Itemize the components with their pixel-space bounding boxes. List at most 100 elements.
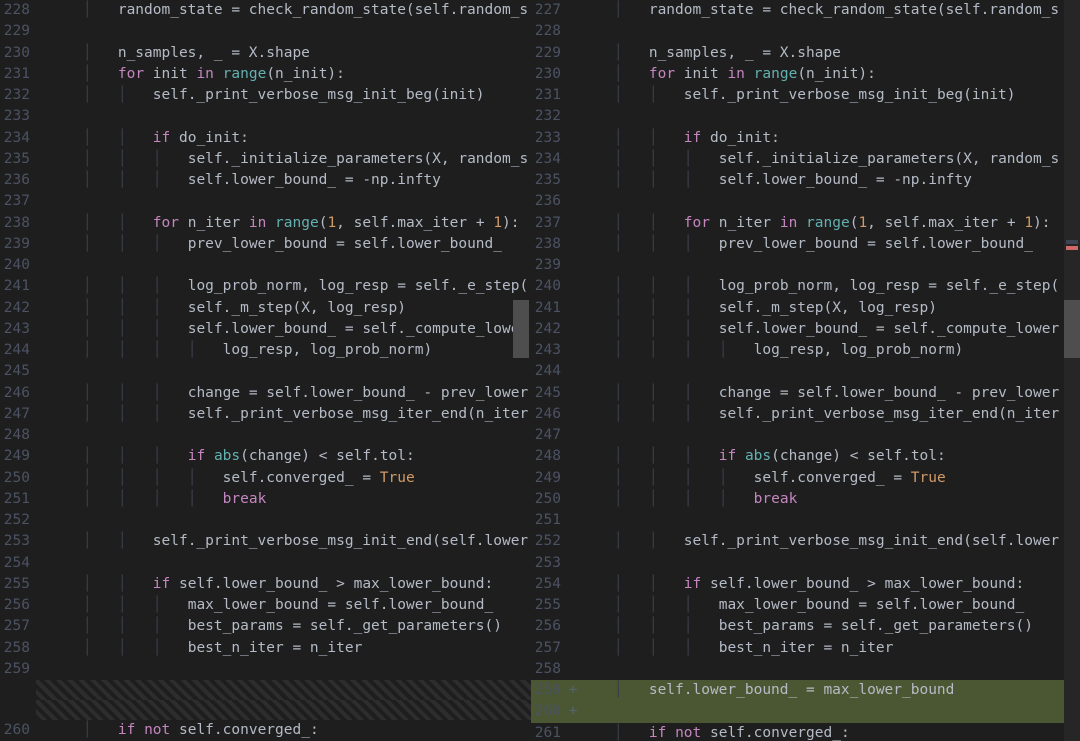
line-number: 253 (0, 531, 36, 552)
code-line[interactable]: 259 (0, 659, 531, 680)
code-line[interactable]: 233 (0, 106, 531, 127)
code-line[interactable]: 256 │ │ │ best_params = self._get_parame… (531, 616, 1080, 637)
code-line[interactable]: 228 │ random_state = check_random_state(… (0, 0, 531, 21)
code-text: │ │ │ best_n_iter = n_iter (48, 638, 362, 659)
diff-sign (36, 128, 48, 149)
code-line[interactable]: 250 │ │ │ │ break (531, 489, 1080, 510)
code-line[interactable]: 237 (0, 191, 531, 212)
diff-filler-line[interactable] (0, 680, 531, 700)
code-line[interactable]: 245 │ │ │ change = self.lower_bound_ - p… (531, 383, 1080, 404)
code-line[interactable]: 249 │ │ │ if abs(change) < self.tol: (0, 446, 531, 467)
code-line[interactable]: 241 │ │ │ self._m_step(X, log_resp) (531, 298, 1080, 319)
code-line[interactable]: 246 │ │ │ self._print_verbose_msg_iter_e… (531, 404, 1080, 425)
code-line[interactable]: 240 │ │ │ log_prob_norm, log_resp = self… (531, 276, 1080, 297)
code-line[interactable]: 246 │ │ │ change = self.lower_bound_ - p… (0, 383, 531, 404)
line-number: 235 (531, 170, 567, 191)
code-line[interactable]: 245 (0, 361, 531, 382)
right-pane[interactable]: 227 │ random_state = check_random_state(… (531, 0, 1080, 741)
code-line[interactable]: 228 (531, 21, 1080, 42)
code-line[interactable]: 234 │ │ if do_init: (0, 128, 531, 149)
code-line[interactable]: 260 │ if not self.converged_: (0, 720, 531, 741)
code-line[interactable]: 248 │ │ │ if abs(change) < self.tol: (531, 446, 1080, 467)
code-line[interactable]: 236 │ │ │ self.lower_bound_ = -np.infty (0, 170, 531, 191)
code-line[interactable]: 239 (531, 255, 1080, 276)
code-text: │ random_state = check_random_state(self… (579, 0, 1059, 21)
code-line[interactable]: 258 │ │ │ best_n_iter = n_iter (0, 638, 531, 659)
code-line[interactable]: 250 │ │ │ │ self.converged_ = True (0, 468, 531, 489)
code-text: │ for init in range(n_init): (579, 64, 876, 85)
code-line[interactable]: 247 (531, 425, 1080, 446)
code-line[interactable]: 256 │ │ │ max_lower_bound = self.lower_b… (0, 595, 531, 616)
diff-sign: + (567, 701, 579, 722)
diff-added-line[interactable]: 259+ │ self.lower_bound_ = max_lower_bou… (531, 680, 1080, 701)
code-line[interactable]: 258 (531, 659, 1080, 680)
diff-filler-line[interactable] (0, 700, 531, 720)
line-number: 230 (531, 64, 567, 85)
code-line[interactable]: 232 (531, 106, 1080, 127)
code-line[interactable]: 243 │ │ │ │ log_resp, log_prob_norm) (531, 340, 1080, 361)
code-line[interactable]: 248 (0, 425, 531, 446)
code-line[interactable]: 255 │ │ │ max_lower_bound = self.lower_b… (531, 595, 1080, 616)
code-line[interactable]: 229 │ n_samples, _ = X.shape (531, 43, 1080, 64)
line-number: 248 (531, 446, 567, 467)
diff-sign: + (567, 680, 579, 701)
code-line[interactable]: 252 (0, 510, 531, 531)
code-line[interactable]: 242 │ │ │ self.lower_bound_ = self._comp… (531, 319, 1080, 340)
code-text: │ │ │ │ break (48, 489, 266, 510)
code-line[interactable]: 244 │ │ │ │ log_resp, log_prob_norm) (0, 340, 531, 361)
code-line[interactable]: 241 │ │ │ log_prob_norm, log_resp = self… (0, 276, 531, 297)
scrollbar-thumb[interactable] (1064, 300, 1080, 358)
code-line[interactable]: 233 │ │ if do_init: (531, 128, 1080, 149)
code-line[interactable]: 254 │ │ if self.lower_bound_ > max_lower… (531, 574, 1080, 595)
code-line[interactable]: 255 │ │ if self.lower_bound_ > max_lower… (0, 574, 531, 595)
code-line[interactable]: 231 │ for init in range(n_init): (0, 64, 531, 85)
code-line[interactable]: 253 │ │ self._print_verbose_msg_init_end… (0, 531, 531, 552)
code-line[interactable]: 261 │ if not self.converged_: (531, 723, 1080, 741)
line-number: 238 (0, 213, 36, 234)
code-text: │ │ if self.lower_bound_ > max_lower_bou… (579, 574, 1024, 595)
code-text: │ │ │ best_params = self._get_parameters… (579, 616, 1033, 637)
code-line[interactable]: 257 │ │ │ best_n_iter = n_iter (531, 638, 1080, 659)
left-pane[interactable]: 228 │ random_state = check_random_state(… (0, 0, 531, 741)
code-line[interactable]: 239 │ │ │ prev_lower_bound = self.lower_… (0, 234, 531, 255)
code-line[interactable]: 257 │ │ │ best_params = self._get_parame… (0, 616, 531, 637)
line-number: 239 (0, 234, 36, 255)
code-line[interactable]: 244 (531, 361, 1080, 382)
code-line[interactable]: 247 │ │ │ self._print_verbose_msg_iter_e… (0, 404, 531, 425)
left-scrollbar-thumb[interactable] (513, 300, 529, 358)
line-number: 244 (531, 361, 567, 382)
code-text: │ n_samples, _ = X.shape (579, 43, 841, 64)
scrollbar-track[interactable] (1064, 0, 1080, 741)
code-line[interactable]: 251 │ │ │ │ break (0, 489, 531, 510)
code-line[interactable]: 235 │ │ │ self._initialize_parameters(X,… (0, 149, 531, 170)
code-line[interactable]: 243 │ │ │ self.lower_bound_ = self._comp… (0, 319, 531, 340)
code-line[interactable]: 249 │ │ │ │ self.converged_ = True (531, 468, 1080, 489)
code-text: │ │ │ best_params = self._get_parameters… (48, 616, 502, 637)
diff-sign (567, 446, 579, 467)
code-line[interactable]: 242 │ │ │ self._m_step(X, log_resp) (0, 298, 531, 319)
code-line[interactable]: 251 (531, 510, 1080, 531)
line-number: 243 (531, 340, 567, 361)
code-line[interactable]: 232 │ │ self._print_verbose_msg_init_beg… (0, 85, 531, 106)
code-line[interactable]: 231 │ │ self._print_verbose_msg_init_beg… (531, 85, 1080, 106)
code-line[interactable]: 229 (0, 21, 531, 42)
code-line[interactable]: 237 │ │ for n_iter in range(1, self.max_… (531, 213, 1080, 234)
code-line[interactable]: 238 │ │ for n_iter in range(1, self.max_… (0, 213, 531, 234)
diff-sign (567, 489, 579, 510)
code-line[interactable]: 238 │ │ │ prev_lower_bound = self.lower_… (531, 234, 1080, 255)
code-line[interactable]: 235 │ │ │ self.lower_bound_ = -np.infty (531, 170, 1080, 191)
code-line[interactable]: 230 │ for init in range(n_init): (531, 64, 1080, 85)
diff-hatch-filler (36, 680, 531, 700)
code-line[interactable]: 240 (0, 255, 531, 276)
line-number: 241 (0, 276, 36, 297)
code-line[interactable]: 230 │ n_samples, _ = X.shape (0, 43, 531, 64)
diff-sign (36, 595, 48, 616)
code-line[interactable]: 227 │ random_state = check_random_state(… (531, 0, 1080, 21)
code-line[interactable]: 253 (531, 553, 1080, 574)
code-line[interactable]: 254 (0, 553, 531, 574)
code-line[interactable]: 234 │ │ │ self._initialize_parameters(X,… (531, 149, 1080, 170)
code-line[interactable]: 236 (531, 191, 1080, 212)
code-line[interactable]: 252 │ │ self._print_verbose_msg_init_end… (531, 531, 1080, 552)
diff-sign (36, 255, 48, 276)
diff-added-line[interactable]: 260+ (531, 701, 1080, 722)
